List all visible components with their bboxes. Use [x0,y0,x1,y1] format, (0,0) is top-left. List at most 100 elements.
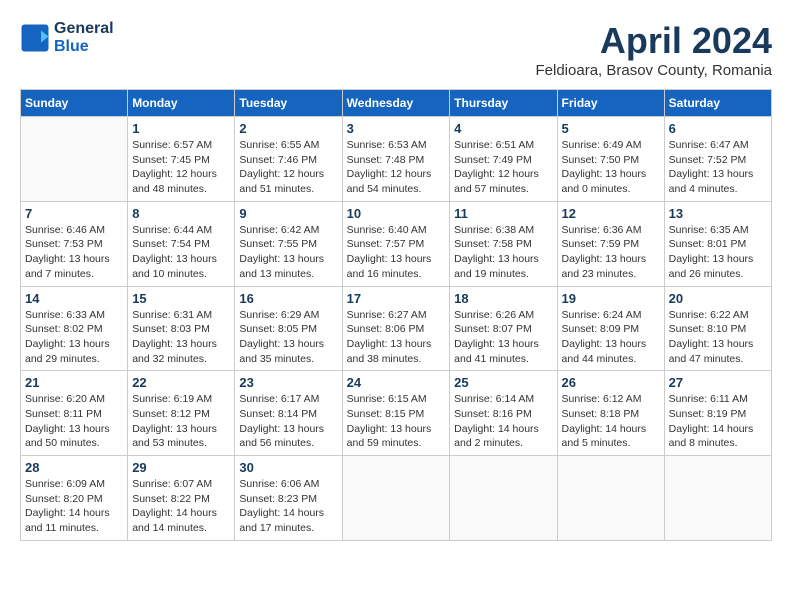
title-block: April 2024 Feldioara, Brasov County, Rom… [536,20,773,79]
day-info: Sunrise: 6:15 AM Sunset: 8:15 PM Dayligh… [347,392,446,451]
day-number: 15 [132,291,230,306]
calendar-day-cell: 8 Sunrise: 6:44 AM Sunset: 7:54 PM Daylig… [128,201,235,286]
day-number: 3 [347,121,446,136]
day-info: Sunrise: 6:24 AM Sunset: 8:09 PM Dayligh… [562,308,660,367]
weekday-header-row: SundayMondayTuesdayWednesdayThursdayFrid… [21,90,772,117]
calendar-day-cell [450,456,557,541]
calendar-day-cell: 19 Sunrise: 6:24 AM Sunset: 8:09 PM Dayli… [557,286,664,371]
day-info: Sunrise: 6:20 AM Sunset: 8:11 PM Dayligh… [25,392,123,451]
weekday-header-monday: Monday [128,90,235,117]
calendar-day-cell: 29Sunrise: 6:07 AM Sunset: 8:22 PM Dayli… [128,456,235,541]
page-header: General Blue April 2024 Feldioara, Braso… [20,20,772,79]
day-number: 27 [669,375,767,390]
day-info: Sunrise: 6:44 AM Sunset: 7:54 PM Dayligh… [132,223,230,282]
day-info: Sunrise: 6:29 AM Sunset: 8:05 PM Dayligh… [239,308,337,367]
calendar-week-row: 28 Sunrise: 6:09 AM Sunset: 8:20 PM Dayli… [21,456,772,541]
day-number: 30 [239,460,337,475]
day-info: Sunrise: 6:17 AM Sunset: 8:14 PM Dayligh… [239,392,337,451]
day-info: Sunrise: 6:42 AM Sunset: 7:55 PM Dayligh… [239,223,337,282]
calendar-day-cell: 20 Sunrise: 6:22 AM Sunset: 8:10 PM Dayli… [664,286,771,371]
calendar-day-cell: 28 Sunrise: 6:09 AM Sunset: 8:20 PM Dayli… [21,456,128,541]
day-info: Sunrise: 6:09 AM Sunset: 8:20 PM Dayligh… [25,477,123,536]
day-info: Sunrise: 6:06 AM Sunset: 8:23 PM Dayligh… [239,477,337,536]
calendar-day-cell: 1Sunrise: 6:57 AM Sunset: 7:45 PM Daylig… [128,117,235,202]
calendar-day-cell: 2Sunrise: 6:55 AM Sunset: 7:46 PM Daylig… [235,117,342,202]
calendar-day-cell: 12Sunrise: 6:36 AM Sunset: 7:59 PM Dayli… [557,201,664,286]
weekday-header-sunday: Sunday [21,90,128,117]
day-info: Sunrise: 6:35 AM Sunset: 8:01 PM Dayligh… [669,223,767,282]
calendar-day-cell: 27 Sunrise: 6:11 AM Sunset: 8:19 PM Dayli… [664,371,771,456]
calendar-day-cell: 10Sunrise: 6:40 AM Sunset: 7:57 PM Dayli… [342,201,450,286]
calendar-week-row: 21 Sunrise: 6:20 AM Sunset: 8:11 PM Dayli… [21,371,772,456]
day-number: 4 [454,121,552,136]
day-number: 25 [454,375,552,390]
day-info: Sunrise: 6:33 AM Sunset: 8:02 PM Dayligh… [25,308,123,367]
day-number: 14 [25,291,123,306]
calendar-day-cell: 5Sunrise: 6:49 AM Sunset: 7:50 PM Daylig… [557,117,664,202]
day-info: Sunrise: 6:47 AM Sunset: 7:52 PM Dayligh… [669,138,767,197]
calendar-day-cell: 30 Sunrise: 6:06 AM Sunset: 8:23 PM Dayli… [235,456,342,541]
calendar-day-cell: 18Sunrise: 6:26 AM Sunset: 8:07 PM Dayli… [450,286,557,371]
calendar-day-cell: 16 Sunrise: 6:29 AM Sunset: 8:05 PM Dayli… [235,286,342,371]
day-info: Sunrise: 6:49 AM Sunset: 7:50 PM Dayligh… [562,138,660,197]
day-number: 21 [25,375,123,390]
day-info: Sunrise: 6:38 AM Sunset: 7:58 PM Dayligh… [454,223,552,282]
day-number: 19 [562,291,660,306]
day-number: 20 [669,291,767,306]
day-number: 28 [25,460,123,475]
calendar-day-cell: 3 Sunrise: 6:53 AM Sunset: 7:48 PM Daylig… [342,117,450,202]
calendar-day-cell [342,456,450,541]
day-number: 26 [562,375,660,390]
logo: General Blue [20,20,114,56]
day-number: 11 [454,206,552,221]
day-info: Sunrise: 6:40 AM Sunset: 7:57 PM Dayligh… [347,223,446,282]
calendar-week-row: 1Sunrise: 6:57 AM Sunset: 7:45 PM Daylig… [21,117,772,202]
day-info: Sunrise: 6:14 AM Sunset: 8:16 PM Dayligh… [454,392,552,451]
location-subtitle: Feldioara, Brasov County, Romania [536,62,773,79]
day-number: 23 [239,375,337,390]
day-info: Sunrise: 6:31 AM Sunset: 8:03 PM Dayligh… [132,308,230,367]
day-number: 16 [239,291,337,306]
calendar-day-cell: 17 Sunrise: 6:27 AM Sunset: 8:06 PM Dayli… [342,286,450,371]
day-info: Sunrise: 6:19 AM Sunset: 8:12 PM Dayligh… [132,392,230,451]
calendar-day-cell: 11 Sunrise: 6:38 AM Sunset: 7:58 PM Dayli… [450,201,557,286]
day-info: Sunrise: 6:55 AM Sunset: 7:46 PM Dayligh… [239,138,337,197]
month-title: April 2024 [536,20,773,62]
day-number: 13 [669,206,767,221]
calendar-day-cell: 24 Sunrise: 6:15 AM Sunset: 8:15 PM Dayli… [342,371,450,456]
weekday-header-tuesday: Tuesday [235,90,342,117]
calendar-table: SundayMondayTuesdayWednesdayThursdayFrid… [20,89,772,541]
day-number: 8 [132,206,230,221]
day-number: 9 [239,206,337,221]
calendar-day-cell [664,456,771,541]
day-info: Sunrise: 6:22 AM Sunset: 8:10 PM Dayligh… [669,308,767,367]
logo-icon [20,23,50,53]
day-info: Sunrise: 6:53 AM Sunset: 7:48 PM Dayligh… [347,138,446,197]
calendar-day-cell: 6 Sunrise: 6:47 AM Sunset: 7:52 PM Daylig… [664,117,771,202]
calendar-day-cell: 23 Sunrise: 6:17 AM Sunset: 8:14 PM Dayli… [235,371,342,456]
weekday-header-wednesday: Wednesday [342,90,450,117]
day-info: Sunrise: 6:46 AM Sunset: 7:53 PM Dayligh… [25,223,123,282]
day-info: Sunrise: 6:11 AM Sunset: 8:19 PM Dayligh… [669,392,767,451]
weekday-header-friday: Friday [557,90,664,117]
calendar-day-cell: 14 Sunrise: 6:33 AM Sunset: 8:02 PM Dayli… [21,286,128,371]
calendar-week-row: 14 Sunrise: 6:33 AM Sunset: 8:02 PM Dayli… [21,286,772,371]
calendar-day-cell [557,456,664,541]
calendar-week-row: 7 Sunrise: 6:46 AM Sunset: 7:53 PM Daylig… [21,201,772,286]
weekday-header-saturday: Saturday [664,90,771,117]
day-number: 12 [562,206,660,221]
day-number: 17 [347,291,446,306]
calendar-day-cell: 25 Sunrise: 6:14 AM Sunset: 8:16 PM Dayli… [450,371,557,456]
calendar-day-cell: 15 Sunrise: 6:31 AM Sunset: 8:03 PM Dayli… [128,286,235,371]
day-info: Sunrise: 6:27 AM Sunset: 8:06 PM Dayligh… [347,308,446,367]
day-number: 18 [454,291,552,306]
day-number: 7 [25,206,123,221]
day-number: 1 [132,121,230,136]
calendar-day-cell: 7 Sunrise: 6:46 AM Sunset: 7:53 PM Daylig… [21,201,128,286]
calendar-day-cell [21,117,128,202]
logo-text: General Blue [54,20,114,56]
day-number: 24 [347,375,446,390]
day-number: 6 [669,121,767,136]
day-number: 29 [132,460,230,475]
day-info: Sunrise: 6:12 AM Sunset: 8:18 PM Dayligh… [562,392,660,451]
